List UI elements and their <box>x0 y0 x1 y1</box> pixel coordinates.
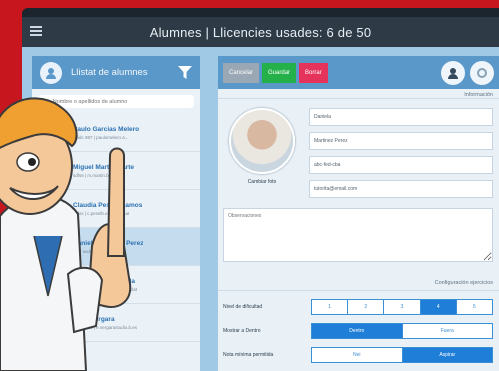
student-photo[interactable] <box>229 108 295 174</box>
section-info-heading: Información <box>218 89 499 99</box>
email-field[interactable] <box>309 180 493 198</box>
student-profile-icon[interactable] <box>441 60 465 85</box>
cartoon-doctor-mascot <box>0 97 132 371</box>
settings-icon[interactable] <box>470 60 494 85</box>
photo-area: Cambiar foto <box>222 108 302 185</box>
min-score-label: Nota mínima permitida <box>223 352 274 358</box>
save-button[interactable]: Guardar <box>262 62 297 83</box>
difficulty-option[interactable]: 4 <box>420 300 457 314</box>
filter-icon[interactable] <box>178 66 192 79</box>
delete-button[interactable]: Borrar <box>299 62 328 83</box>
difficulty-label: Nivel de dificultad <box>223 304 263 310</box>
detail-toolbar: Cancelar Guardar Borrar <box>218 56 499 89</box>
mode-selector: Dentro Fuera <box>311 323 493 339</box>
min-score-row: Nota mínima permitida Nei Aspirar <box>223 346 493 364</box>
min-score-option[interactable]: Nei <box>312 348 403 362</box>
student-fields <box>309 108 493 204</box>
first-name-field[interactable] <box>309 108 493 126</box>
mode-option[interactable]: Fuera <box>402 324 492 338</box>
user-icon <box>40 61 62 84</box>
difficulty-option[interactable]: 1 <box>312 300 349 314</box>
section-config-heading: Configuración ejercicios <box>218 280 499 291</box>
cancel-button[interactable]: Cancelar <box>223 62 260 83</box>
hamburger-menu-icon[interactable] <box>30 26 42 36</box>
mode-option[interactable]: Dentro <box>312 324 403 338</box>
difficulty-option[interactable]: 5 <box>456 300 493 314</box>
difficulty-option[interactable]: 2 <box>348 300 385 314</box>
mode-row: Mostrar a Dentro Dentro Fuera <box>223 322 493 340</box>
min-score-selector: Nei Aspirar <box>311 347 493 363</box>
change-photo-link[interactable]: Cambiar foto <box>222 179 302 185</box>
difficulty-selector: 12345 <box>311 299 493 315</box>
difficulty-option[interactable]: 3 <box>384 300 421 314</box>
min-score-option[interactable]: Aspirar <box>402 348 492 362</box>
last-name-field[interactable] <box>309 132 493 150</box>
difficulty-row: Nivel de dificultad 12345 <box>223 298 493 316</box>
notes-field[interactable] <box>223 208 493 262</box>
status-bar <box>22 8 499 17</box>
mode-label: Mostrar a Dentro <box>223 328 261 334</box>
page-title: Alumnes | Llicencies usades: 6 de 50 <box>149 24 372 40</box>
title-bar: Alumnes | Llicencies usades: 6 de 50 <box>22 17 499 47</box>
student-list-header: Llistat de alumnes <box>32 56 200 89</box>
student-detail-panel: Cancelar Guardar Borrar Información Camb… <box>218 56 499 371</box>
code-field[interactable] <box>309 156 493 174</box>
student-list-title: Llistat de alumnes <box>71 67 148 78</box>
